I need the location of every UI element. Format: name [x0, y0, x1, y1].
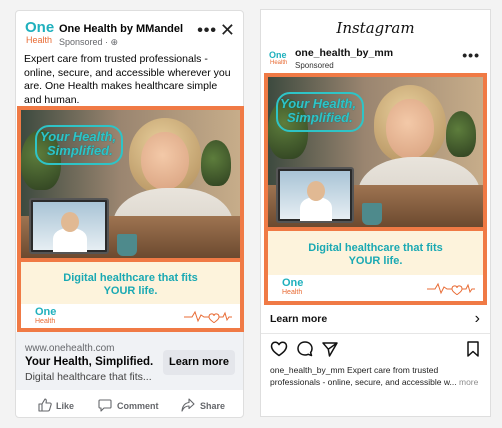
learn-more-link[interactable]: Learn more — [270, 313, 327, 325]
learn-more-button[interactable]: Learn more — [163, 350, 235, 375]
creative-tagline-panel: Digital healthcare that fits YOUR life. — [268, 231, 483, 275]
instagram-top-bar: Instagram — [261, 10, 490, 45]
ad-creative-image[interactable]: Your Health, Simplified. Digital healthc… — [17, 106, 244, 332]
page-name[interactable]: One Health by MMandel — [59, 23, 183, 35]
instagram-wordmark: Instagram — [336, 19, 415, 37]
creative-logo-health: Health — [35, 318, 56, 325]
caption-username[interactable]: one_health_by_mm — [270, 365, 345, 375]
link-title: Your Health, Simplified. — [25, 356, 154, 368]
avatar-logo-health: Health — [26, 35, 53, 45]
chevron-right-icon: › — [474, 310, 480, 327]
send-icon[interactable] — [321, 340, 339, 358]
heartbeat-icon — [184, 310, 232, 324]
like-label: Like — [56, 401, 75, 411]
post-action-icons — [261, 336, 490, 360]
comment-icon[interactable] — [296, 340, 314, 358]
page-avatar[interactable]: One Health — [24, 19, 55, 48]
close-icon[interactable]: ✕ — [220, 20, 235, 40]
ad-creative-image[interactable]: Your Health, Simplified. Digital healthc… — [264, 73, 487, 305]
creative-footer: One Health — [21, 304, 240, 328]
creative-headline-line1: Your Health, — [40, 129, 117, 144]
link-description: Digital healthcare that fits... — [25, 371, 152, 383]
share-button[interactable]: Share — [181, 397, 233, 415]
post-primary-text: Expert care from trusted professionals -… — [24, 53, 231, 106]
creative-tagline-line2: YOUR life. — [348, 255, 403, 267]
share-icon — [181, 398, 195, 412]
creative-headline-line2: Simplified. — [287, 110, 353, 125]
creative-logo-health: Health — [282, 289, 303, 296]
username[interactable]: one_health_by_mm — [295, 47, 393, 59]
post-caption: one_health_by_mm Expert care from truste… — [270, 365, 482, 388]
profile-avatar[interactable]: One Health — [269, 48, 291, 70]
facebook-ad-card: One Health One Health by MMandel Sponsor… — [15, 10, 244, 418]
creative-tagline-line1: Digital healthcare that fits — [308, 242, 443, 254]
sponsored-label: Sponsored · ⊕ — [59, 37, 119, 47]
learn-more-row[interactable]: Learn more › — [261, 306, 490, 334]
instagram-ad-card: Instagram One Health one_health_by_mm Sp… — [260, 9, 491, 417]
like-icon — [38, 398, 52, 412]
heartbeat-icon — [427, 282, 475, 296]
creative-logo-one: One — [282, 277, 304, 289]
creative-headline-line2: Simplified. — [47, 143, 113, 158]
creative-tagline-line2: YOUR life. — [103, 285, 158, 297]
comment-button[interactable]: Comment — [98, 397, 162, 415]
post-header: One Health one_health_by_mm Sponsored ••… — [261, 45, 490, 73]
creative-footer: One Health — [268, 275, 483, 301]
creative-logo-one: One — [35, 306, 57, 318]
bookmark-icon[interactable] — [465, 340, 481, 358]
comment-label: Comment — [117, 401, 159, 411]
avatar-logo-health: Health — [270, 60, 288, 66]
creative-tagline-line1: Digital healthcare that fits — [63, 272, 198, 284]
link-domain: www.onehealth.com — [25, 343, 115, 354]
post-header: One Health One Health by MMandel Sponsor… — [24, 19, 237, 48]
heart-icon[interactable] — [270, 340, 288, 358]
more-dots-icon[interactable]: ••• — [462, 47, 480, 63]
link-preview[interactable]: www.onehealth.com Your Health, Simplifie… — [16, 332, 243, 390]
caption-more-link[interactable]: more — [457, 377, 478, 387]
creative-tagline-panel: Digital healthcare that fits YOUR life. — [21, 262, 240, 304]
avatar-logo-one: One — [25, 19, 55, 36]
more-dots-icon[interactable]: ••• — [197, 22, 217, 40]
like-button[interactable]: Like — [38, 397, 88, 415]
share-label: Share — [200, 401, 226, 411]
post-actions: Like Comment Share — [16, 397, 243, 417]
creative-headline-line1: Your Health, — [280, 96, 357, 111]
sponsored-label: Sponsored — [295, 61, 334, 70]
comment-icon — [98, 399, 112, 412]
avatar-logo-one: One — [269, 50, 287, 60]
